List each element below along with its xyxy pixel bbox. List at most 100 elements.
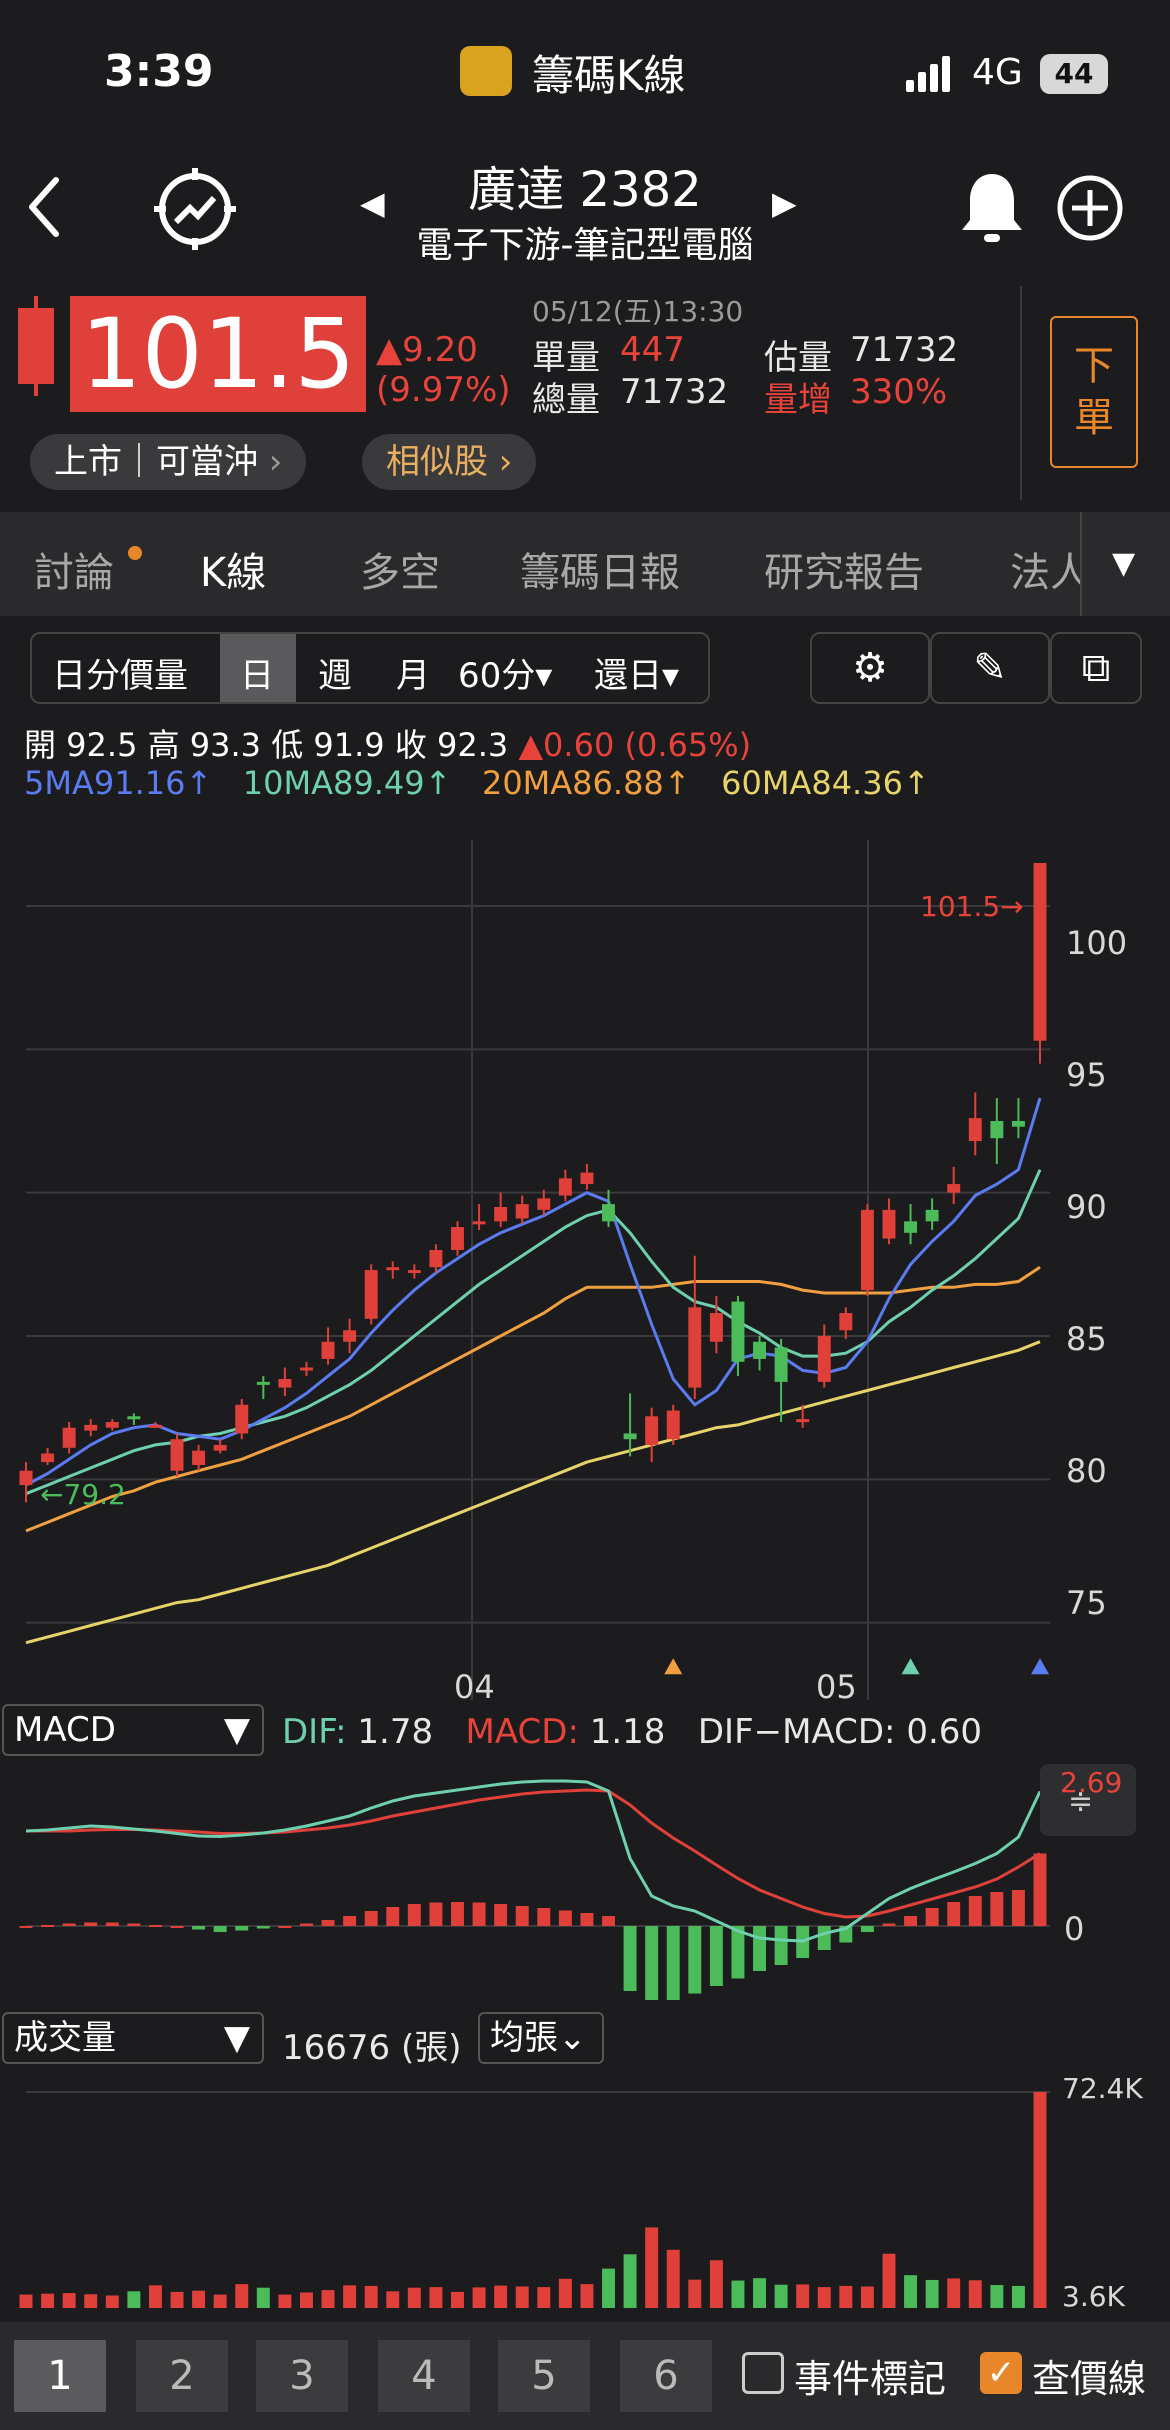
candle-body bbox=[666, 1410, 680, 1440]
candle-body bbox=[774, 1347, 788, 1382]
volume-bar bbox=[623, 2254, 637, 2308]
volume-bar bbox=[645, 2227, 659, 2308]
event-marker-icon bbox=[901, 1658, 920, 1675]
candle-body bbox=[623, 1433, 637, 1440]
macd-histogram-bar bbox=[602, 1916, 615, 1926]
volume-bar bbox=[148, 2285, 162, 2308]
tab-institutional[interactable]: 法人 bbox=[1010, 540, 1080, 598]
market-tag-label: 上市｜可當沖 bbox=[54, 442, 258, 482]
period-week[interactable]: 週 bbox=[318, 648, 352, 697]
restore-dropdown[interactable]: 還日▾ bbox=[594, 648, 679, 697]
volume-bar bbox=[860, 2286, 874, 2308]
period-month[interactable]: 月 bbox=[396, 648, 430, 697]
page-4-button[interactable]: 4 bbox=[378, 2340, 470, 2412]
volume-bar bbox=[882, 2253, 896, 2308]
macd-chart[interactable] bbox=[0, 1770, 1170, 2000]
macd-histogram-bar bbox=[537, 1908, 551, 1926]
candle-body bbox=[753, 1341, 767, 1359]
volume-min-label: 3.6K bbox=[1062, 2280, 1125, 2313]
volume-selector[interactable]: 成交量 ▼ bbox=[2, 2012, 264, 2064]
dropdown-icon: ▼ bbox=[223, 1710, 250, 1750]
similar-stocks-button[interactable]: 相似股 › bbox=[362, 434, 537, 490]
order-button[interactable]: 下單 bbox=[1050, 316, 1138, 468]
period-minute-dropdown[interactable]: 60分▾ bbox=[458, 648, 552, 697]
candle-body bbox=[148, 1424, 162, 1428]
last-price-marker: 101.5→ bbox=[920, 890, 1024, 923]
network-type: 4G bbox=[972, 52, 1023, 93]
candle-body bbox=[602, 1204, 615, 1222]
volume-bar bbox=[1011, 2285, 1025, 2308]
macd-selector[interactable]: MACD ▼ bbox=[2, 1704, 264, 1756]
volume-bar bbox=[256, 2287, 270, 2308]
volume-chart[interactable] bbox=[0, 2080, 1170, 2320]
volume-bar bbox=[947, 2278, 961, 2308]
volume-bar bbox=[580, 2284, 594, 2308]
tab-bull-bear[interactable]: 多空 bbox=[360, 540, 440, 598]
similar-stocks-label: 相似股 bbox=[386, 442, 488, 482]
candle-body bbox=[817, 1336, 831, 1382]
candle-body bbox=[558, 1178, 572, 1196]
macd-histogram-bar bbox=[666, 1926, 680, 2000]
vol-increase-value: 330% bbox=[850, 372, 948, 412]
period-day[interactable]: 日 bbox=[240, 648, 274, 697]
candlestick-chart[interactable] bbox=[0, 820, 1170, 1710]
candle-body bbox=[882, 1209, 896, 1239]
volume-bar bbox=[62, 2293, 76, 2308]
macd-histogram-bar bbox=[429, 1902, 443, 1926]
candle-body bbox=[105, 1422, 119, 1428]
tab-more-icon[interactable]: ▼ bbox=[1112, 546, 1135, 581]
y-tick-75: 75 bbox=[1066, 1584, 1107, 1622]
ma20-line bbox=[25, 1265, 1041, 1533]
add-icon[interactable] bbox=[1056, 174, 1124, 242]
candle-body bbox=[19, 1470, 33, 1486]
macd-histogram-bar bbox=[494, 1904, 508, 1926]
tab-kline[interactable]: K線 bbox=[200, 540, 266, 598]
page-3-button[interactable]: 3 bbox=[256, 2340, 348, 2412]
macd-zero-label: 0 bbox=[1064, 1910, 1085, 1948]
macd-histogram-bar bbox=[709, 1926, 723, 1986]
candle-body bbox=[127, 1416, 141, 1420]
macd-histogram-bar bbox=[256, 1926, 270, 1929]
macd-histogram-bar bbox=[558, 1910, 572, 1926]
last-price-marker-value: 101.5 bbox=[920, 890, 1001, 923]
gear-icon: ⚙ bbox=[852, 645, 888, 691]
page-6-button[interactable]: 6 bbox=[620, 2340, 712, 2412]
price-line-checkbox[interactable]: ✓ bbox=[980, 2352, 1022, 2394]
settings-button[interactable]: ⚙ bbox=[810, 632, 930, 704]
volume-bar bbox=[105, 2295, 119, 2308]
tab-research[interactable]: 研究報告 bbox=[764, 540, 924, 598]
bell-icon[interactable] bbox=[958, 170, 1026, 246]
macd-histogram-bar bbox=[105, 1922, 119, 1926]
event-marker-checkbox[interactable] bbox=[742, 2352, 784, 2394]
ma10-legend: 10MA89.49↑ bbox=[242, 764, 452, 802]
macd-histogram-bar bbox=[41, 1925, 55, 1927]
market-tag-button[interactable]: 上市｜可當沖 › bbox=[30, 434, 307, 490]
candle-body bbox=[839, 1313, 853, 1331]
tab-discussion[interactable]: 討論 bbox=[34, 540, 114, 598]
volume-bar bbox=[386, 2291, 400, 2308]
ma60-legend: 60MA84.36↑ bbox=[721, 764, 930, 802]
page-1-button[interactable]: 1 bbox=[14, 2340, 106, 2412]
candle-body bbox=[494, 1207, 508, 1222]
candle-body bbox=[537, 1198, 551, 1210]
candle-body bbox=[904, 1221, 918, 1233]
page-2-button[interactable]: 2 bbox=[136, 2340, 228, 2412]
volume-unit-selector[interactable]: 均張⌄ bbox=[478, 2012, 604, 2064]
volume-bar bbox=[925, 2279, 939, 2308]
period-intraday[interactable]: 日分價量 bbox=[52, 648, 188, 697]
tab-chip-daily[interactable]: 籌碼日報 bbox=[520, 540, 680, 598]
volume-bar bbox=[817, 2287, 831, 2308]
rotate-button[interactable]: ⧉ bbox=[1050, 632, 1142, 704]
event-marker-label: 事件標記 bbox=[794, 2357, 947, 2401]
candle-body bbox=[860, 1209, 874, 1291]
scale-handle[interactable]: 2.69 ≑ bbox=[1040, 1764, 1136, 1836]
draw-button[interactable]: ✎ bbox=[930, 632, 1050, 704]
order-button-label: 下單 bbox=[1074, 343, 1114, 441]
volume-bar bbox=[213, 2294, 227, 2308]
page-5-button[interactable]: 5 bbox=[498, 2340, 590, 2412]
volume-bar bbox=[299, 2292, 313, 2308]
macd-histogram-bar bbox=[1011, 1890, 1025, 1926]
macd-histogram-bar bbox=[580, 1913, 594, 1926]
candle-body bbox=[343, 1330, 357, 1342]
battery-icon: 44 bbox=[1040, 54, 1108, 94]
